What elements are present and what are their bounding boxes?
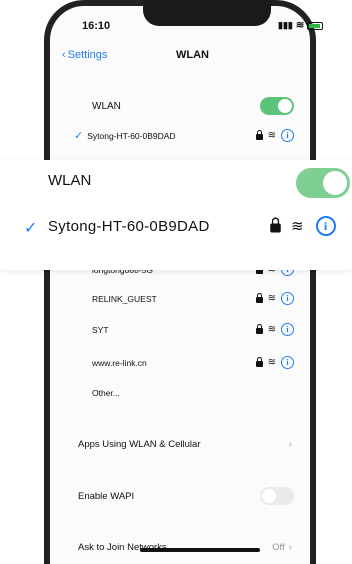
enable-wapi-row: Enable WAPI (78, 487, 294, 505)
popup-checkmark-icon: ✓ (24, 220, 38, 237)
status-time: 16:10 (82, 20, 111, 32)
signal-icon: ▮▮▮ (278, 20, 293, 30)
wlan-label: WLAN (92, 100, 121, 112)
popup-network-icons: ≋ i (270, 216, 336, 236)
lock-icon (270, 217, 281, 232)
network-status-icons: ≋ i (255, 323, 294, 336)
other-label: Other... (92, 388, 120, 398)
network-name: RELINK_GUEST (92, 293, 157, 304)
network-status-icons: ≋ i (255, 292, 294, 305)
wifi-icon: ≋ (291, 218, 304, 235)
phone-notch (143, 0, 271, 26)
wifi-icon: ≋ (267, 324, 276, 335)
chevron-left-icon: ‹ (62, 49, 66, 61)
wifi-icon: ≋ (267, 357, 276, 368)
popup-network-name[interactable]: Sytong-HT-60-0B9DAD (48, 218, 210, 235)
network-name: www.re-link.cn (92, 357, 147, 368)
back-label: Settings (67, 49, 108, 61)
network-status-icons: ≋ i (255, 356, 294, 369)
info-icon[interactable]: i (281, 129, 294, 142)
info-icon[interactable]: i (281, 323, 294, 336)
wifi-icon: ≋ (267, 293, 276, 304)
network-row[interactable]: RELINK_GUEST ≋ i (92, 292, 294, 305)
battery-icon (307, 21, 324, 30)
network-status-icons: ≋ i (255, 129, 294, 142)
info-icon[interactable]: i (281, 356, 294, 369)
page-title: WLAN (176, 49, 209, 61)
connected-network-name: Sytong-HT-60-0B9DAD (87, 130, 176, 141)
phone-frame (44, 0, 316, 564)
info-icon[interactable]: i (281, 292, 294, 305)
chevron-right-icon: › (288, 542, 292, 553)
status-icons: ▮▮▮ ≋ (278, 20, 324, 31)
apps-using-wlan-row[interactable]: Apps Using WLAN & Cellular › (78, 439, 292, 450)
popup-wlan-toggle[interactable] (296, 168, 350, 198)
chevron-right-icon: › (288, 439, 292, 450)
network-name: SYT (92, 324, 109, 335)
lock-icon (255, 293, 263, 303)
lock-icon (255, 130, 263, 140)
network-row[interactable]: www.re-link.cn ≋ i (92, 356, 294, 369)
wlan-toggle[interactable] (260, 97, 294, 115)
connected-network-row[interactable]: ✓ Sytong-HT-60-0B9DAD ≋ i (74, 129, 294, 142)
enable-wapi-toggle[interactable] (260, 487, 294, 505)
lock-icon (255, 324, 263, 334)
network-row[interactable]: SYT ≋ i (92, 323, 294, 336)
apps-using-label: Apps Using WLAN & Cellular (78, 439, 201, 450)
wifi-icon: ≋ (295, 20, 305, 31)
other-network-row[interactable]: Other... (92, 388, 294, 398)
home-indicator[interactable] (140, 548, 260, 552)
wlan-toggle-row: WLAN (92, 97, 294, 115)
popup-wlan-label: WLAN (48, 172, 92, 189)
checkmark-icon: ✓ (74, 130, 84, 142)
ask-to-join-value: Off (272, 542, 285, 553)
enable-wapi-label: Enable WAPI (78, 490, 135, 502)
lock-icon (255, 357, 263, 367)
zoomed-wlan-panel: WLAN ✓ Sytong-HT-60-0B9DAD ≋ i (0, 160, 352, 270)
wifi-icon: ≋ (267, 130, 276, 141)
back-button[interactable]: ‹ Settings (62, 49, 107, 61)
info-icon[interactable]: i (315, 216, 336, 236)
